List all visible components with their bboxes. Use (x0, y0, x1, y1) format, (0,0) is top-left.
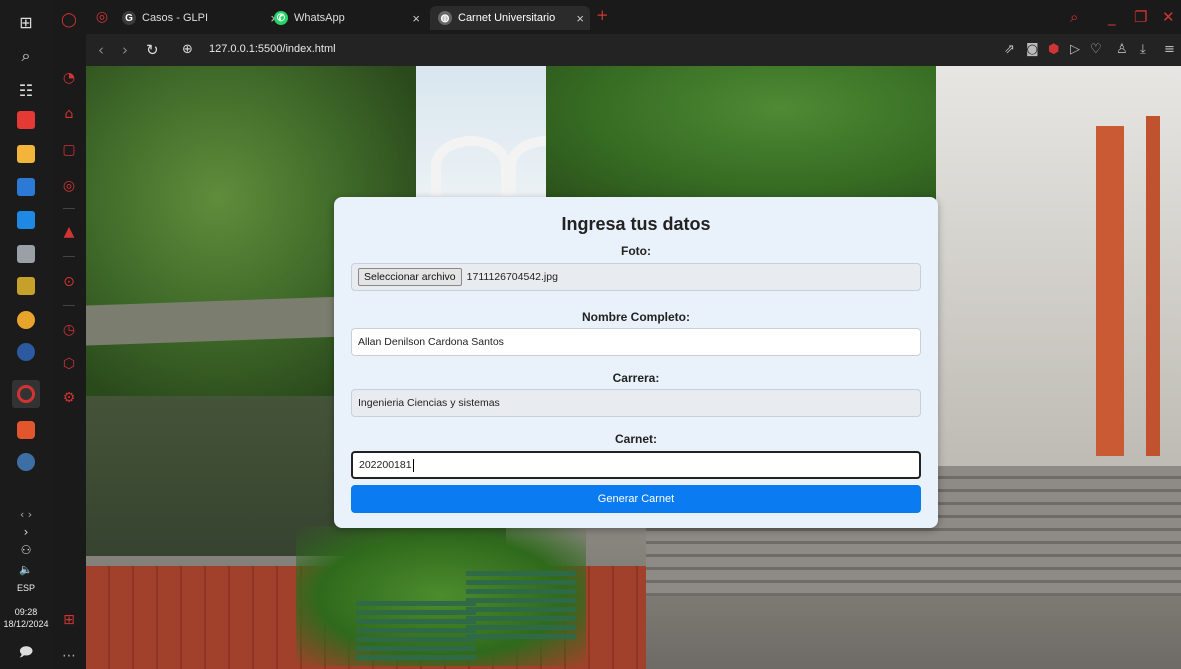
name-label: Nombre Completo: (582, 310, 690, 324)
carnet-input[interactable]: 202200181 (351, 451, 921, 479)
glpi-icon: G (122, 11, 136, 25)
tab-title: Carnet Universitario (458, 12, 556, 24)
tab-title: Casos - GLPI (142, 12, 209, 24)
search-icon[interactable]: ⌕ (12, 42, 40, 70)
url-field[interactable]: 127.0.0.1:5500/index.html (209, 43, 336, 55)
app-yellow-icon[interactable] (12, 272, 40, 300)
career-input[interactable]: Ingenieria Ciencias y sistemas (351, 389, 921, 417)
store-icon[interactable] (12, 173, 40, 201)
notifications-icon[interactable]: 🗩 (12, 640, 40, 668)
sidebar-separator (63, 305, 75, 306)
send-icon[interactable]: ▷ (1070, 42, 1080, 57)
background-pillar (1096, 126, 1124, 456)
background-arch (431, 136, 511, 196)
more-icon[interactable]: ⋯ (59, 646, 79, 666)
background-bench (356, 601, 476, 661)
vk-icon[interactable]: ▲ (59, 222, 79, 242)
app-circle-icon[interactable] (12, 448, 40, 476)
app-red-icon[interactable] (12, 106, 40, 134)
close-icon[interactable]: × (576, 11, 584, 26)
forward-icon[interactable]: › (122, 41, 128, 59)
background-building (936, 66, 1181, 486)
shield-icon[interactable]: ⬢ (1048, 42, 1059, 57)
reload-icon[interactable]: ↻ (146, 41, 159, 59)
history-icon[interactable]: ◷ (59, 320, 79, 340)
form-card: Ingresa tus datos Foto: Seleccionar arch… (334, 197, 938, 528)
carnet-label: Carnet: (614, 432, 657, 446)
close-window-icon[interactable]: ✕ (1162, 8, 1175, 26)
generate-carnet-button[interactable]: Generar Carnet (351, 485, 921, 513)
address-bar: ‹ › ↻ ⊕ 127.0.0.1:5500/index.html ⇗ ◙ ⬢ … (86, 34, 1181, 66)
chrome-icon[interactable] (12, 306, 40, 334)
background-pillar (1146, 116, 1160, 456)
background-bench (466, 571, 576, 641)
heart-icon[interactable]: ♡ (1090, 42, 1102, 57)
new-tab-icon[interactable]: + (596, 6, 609, 24)
tab-title: WhatsApp (294, 12, 345, 24)
tab-whatsapp[interactable]: ✆ WhatsApp × (266, 6, 426, 30)
back-icon[interactable]: ‹ (98, 41, 104, 59)
globe-icon: ◍ (438, 11, 452, 25)
player-icon[interactable]: ⊙ (59, 272, 79, 292)
gamepad-icon[interactable]: ◎ (92, 7, 112, 27)
brave-icon[interactable] (12, 416, 40, 444)
app-dark-blue-icon[interactable] (12, 338, 40, 366)
search-tabs-icon[interactable]: ⌕ (1070, 8, 1078, 26)
share-icon[interactable]: ⇗ (1004, 42, 1015, 57)
opera-taskbar-icon[interactable] (12, 380, 40, 408)
tab-bar: ◎ G Casos - GLPI × ✆ WhatsApp × ◍ Carnet… (86, 0, 1181, 34)
carnet-value: 202200181 (359, 459, 412, 471)
whatsapp-icon: ✆ (274, 11, 288, 25)
form-title: Ingresa tus datos (561, 214, 711, 234)
clock-time[interactable]: 09:28 (0, 606, 52, 618)
restore-icon[interactable]: ❐ (1134, 8, 1147, 26)
photo-file-input[interactable]: Seleccionar archivo 1711126704542.jpg (351, 263, 921, 291)
name-value: Allan Denilson Cardona Santos (358, 336, 504, 348)
cube-icon[interactable]: ⬡ (59, 354, 79, 374)
tab-carnet[interactable]: ◍ Carnet Universitario × (430, 6, 590, 30)
menu-icon[interactable]: ≡ (1164, 42, 1175, 57)
windows-start-icon[interactable]: ⊞ (12, 8, 40, 36)
bag-icon[interactable]: ⌂ (59, 104, 79, 124)
text-caret (412, 458, 414, 472)
app-gray-icon[interactable] (12, 240, 40, 268)
profile-icon[interactable]: ♙ (1116, 42, 1128, 57)
sidebar-separator (63, 208, 75, 209)
app-blue-icon[interactable] (12, 206, 40, 234)
opera-logo-icon[interactable]: ◯ (59, 10, 79, 30)
twitch-icon[interactable]: ▢ (59, 140, 79, 160)
select-file-button[interactable]: Seleccionar archivo (358, 268, 462, 286)
settings-icon[interactable]: ⚙ (59, 388, 79, 408)
file-name: 1711126704542.jpg (466, 271, 558, 283)
close-icon[interactable]: × (412, 11, 420, 26)
gift-icon[interactable]: ⊞ (59, 610, 79, 630)
language-indicator[interactable]: ESP (0, 582, 52, 594)
tab-glpi[interactable]: G Casos - GLPI × (114, 6, 284, 30)
career-value: Ingenieria Ciencias y sistemas (358, 397, 500, 409)
download-icon[interactable]: ⤓ (1140, 42, 1146, 57)
instagram-icon[interactable]: ◎ (59, 176, 79, 196)
clock-date[interactable]: 18/12/2024 (0, 618, 52, 630)
file-explorer-icon[interactable] (12, 140, 40, 168)
career-label: Carrera: (612, 371, 660, 385)
site-info-icon[interactable]: ⊕ (182, 42, 193, 57)
speed-dial-icon[interactable]: ◔ (59, 68, 79, 88)
windows-taskbar: ⊞ ⌕ ☷ ‹ › › ⚇ 🔈 ESP 09:28 18/12/2024 🗩 (0, 0, 52, 669)
sidebar-separator (63, 256, 75, 257)
snapshot-icon[interactable]: ◙ (1026, 42, 1039, 57)
name-input[interactable]: Allan Denilson Cardona Santos (351, 328, 921, 356)
photo-label: Foto: (621, 244, 651, 258)
task-view-icon[interactable]: ☷ (12, 76, 40, 104)
minimize-icon[interactable]: _ (1108, 8, 1116, 26)
opera-sidebar: ◯ ◔ ⌂ ▢ ◎ ▲ ⊙ ◷ ⬡ ⚙ ⊞ ⋯ (52, 0, 86, 669)
volume-icon[interactable]: 🔈 (12, 555, 40, 583)
